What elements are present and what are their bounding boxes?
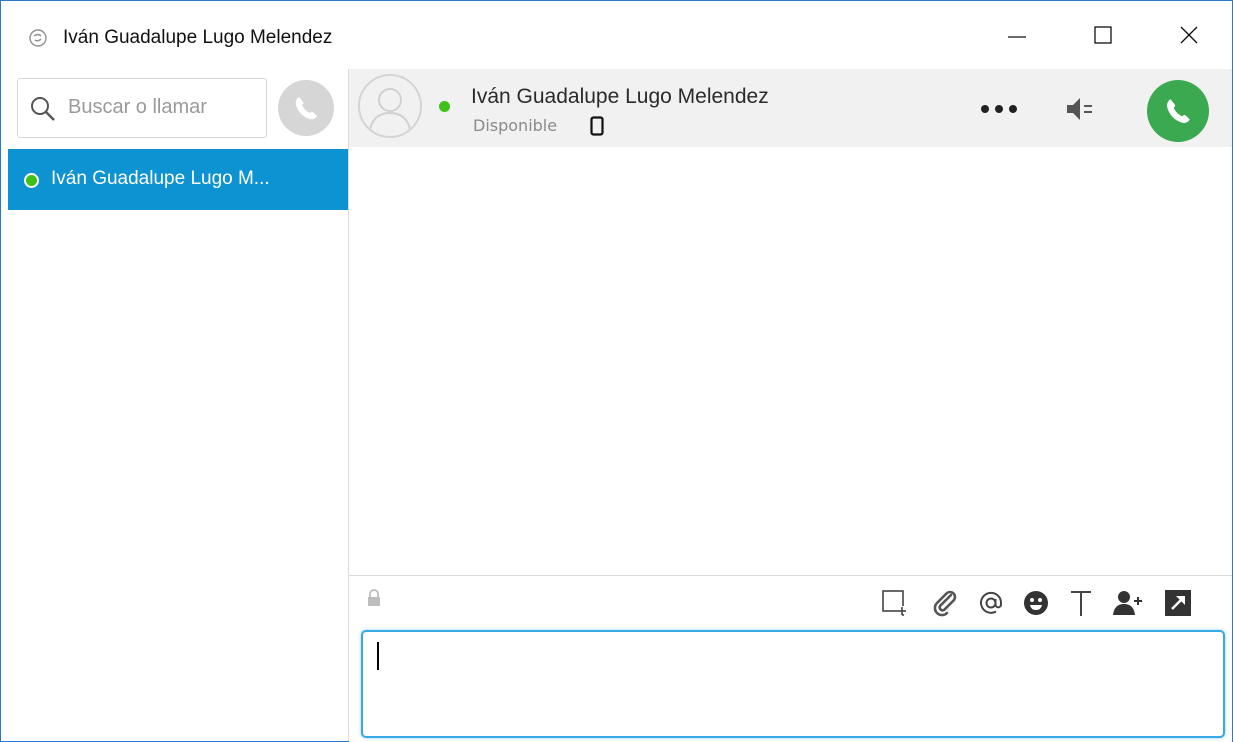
close-button[interactable] xyxy=(1146,1,1232,69)
attach-file-button[interactable] xyxy=(928,586,962,620)
conversation-header: Iván Guadalupe Lugo Melendez Disponible xyxy=(349,69,1232,147)
chat-window: Iván Guadalupe Lugo Melendez Buscar o ll… xyxy=(0,0,1233,742)
ellipsis-icon xyxy=(981,105,1017,113)
add-contact-icon xyxy=(1113,591,1142,615)
minimize-icon xyxy=(1008,36,1026,38)
maximize-icon xyxy=(1094,26,1112,44)
mobile-device-icon xyxy=(590,116,604,140)
window-title: Iván Guadalupe Lugo Melendez xyxy=(63,27,333,48)
title-bar: Iván Guadalupe Lugo Melendez xyxy=(1,1,1232,69)
audio-settings-button[interactable] xyxy=(1061,89,1101,129)
dial-button[interactable] xyxy=(278,80,334,136)
search-input[interactable]: Buscar o llamar xyxy=(17,78,267,138)
search-icon xyxy=(30,96,56,126)
text-format-button[interactable] xyxy=(1064,586,1098,620)
app-icon xyxy=(29,29,47,47)
popout-icon xyxy=(1165,590,1191,616)
contact-name: Iván Guadalupe Lugo M... xyxy=(51,168,270,189)
online-status-icon xyxy=(24,173,39,188)
avatar[interactable] xyxy=(358,74,422,138)
speaker-settings-icon xyxy=(1067,98,1092,120)
attach-icon xyxy=(933,590,957,617)
presence-icon xyxy=(439,101,450,112)
search-placeholder: Buscar o llamar xyxy=(68,96,207,118)
compose-area xyxy=(349,575,1232,742)
lock-icon xyxy=(366,589,382,611)
add-contact-button[interactable] xyxy=(1111,586,1145,620)
more-options-button[interactable] xyxy=(975,89,1023,129)
screenshot-button[interactable] xyxy=(878,586,912,620)
conversation-status: Disponible xyxy=(473,116,558,135)
text-caret xyxy=(377,642,379,670)
compose-toolbar xyxy=(874,586,1224,617)
maximize-button[interactable] xyxy=(1060,1,1146,69)
popout-button[interactable] xyxy=(1161,586,1195,620)
screenshot-icon xyxy=(882,590,906,616)
mention-button[interactable] xyxy=(974,586,1008,620)
contact-list-item[interactable]: Iván Guadalupe Lugo M... xyxy=(8,149,348,210)
phone-icon xyxy=(295,97,317,120)
close-icon xyxy=(1180,26,1198,44)
text-format-icon xyxy=(1071,591,1091,616)
mention-icon xyxy=(980,591,1003,614)
emoji-button[interactable] xyxy=(1019,586,1053,620)
contacts-pane: Buscar o llamar Iván Guadalupe Lugo M... xyxy=(8,69,349,741)
minimize-button[interactable] xyxy=(974,1,1060,69)
call-button[interactable] xyxy=(1147,80,1209,142)
message-input[interactable] xyxy=(361,630,1225,738)
message-history xyxy=(349,147,1232,575)
conversation-contact-name[interactable]: Iván Guadalupe Lugo Melendez xyxy=(471,85,769,109)
emoji-icon xyxy=(1024,591,1048,615)
default-avatar-icon xyxy=(369,88,411,131)
phone-icon xyxy=(1167,99,1190,124)
